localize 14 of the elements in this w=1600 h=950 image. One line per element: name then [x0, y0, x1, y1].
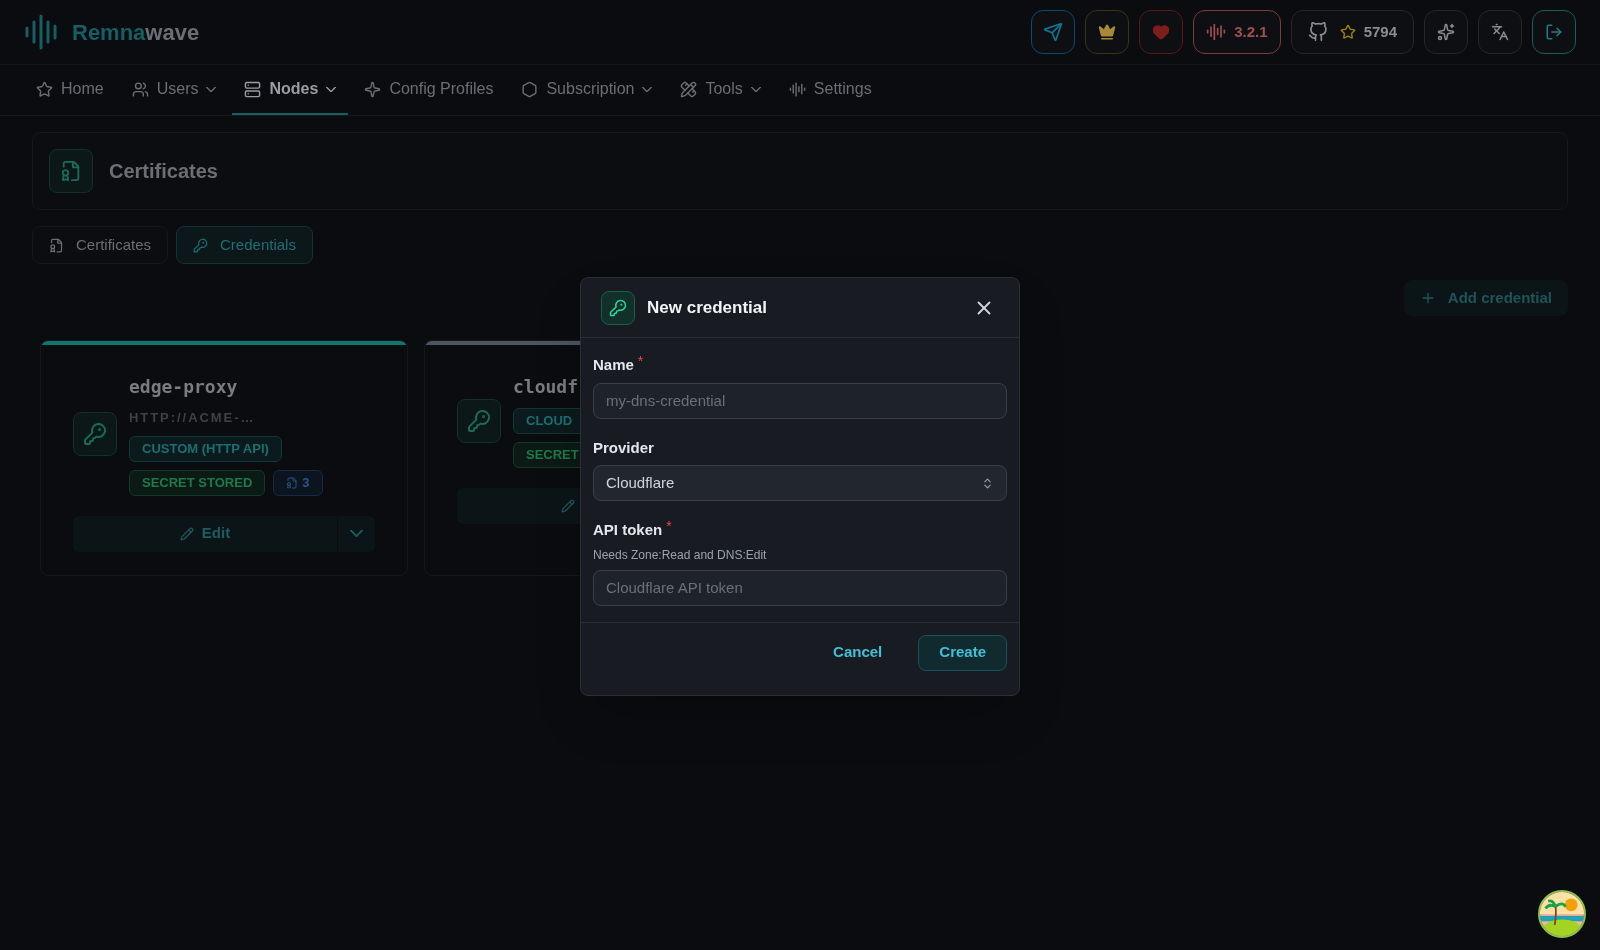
field-label: API token [593, 520, 663, 540]
certificate-count-badge: 3 [273, 469, 323, 496]
required-asterisk: * [666, 519, 672, 533]
field-hint: Needs Zone:Read and DNS:Edit [593, 546, 768, 564]
credential-name: edge-proxy [129, 375, 239, 399]
field-label: Name [593, 355, 634, 375]
secret-status-badge: SECRET STORED [129, 469, 266, 496]
provider-badge: CUSTOM (HTTP API) [129, 435, 282, 462]
credential-name: cloudf [513, 375, 580, 399]
dialog-title: New credential [647, 296, 768, 319]
field-label: Provider [593, 437, 654, 458]
brand-name: Remnawave [72, 18, 200, 47]
page-title: Certificates [109, 159, 218, 184]
required-asterisk: * [637, 354, 644, 368]
